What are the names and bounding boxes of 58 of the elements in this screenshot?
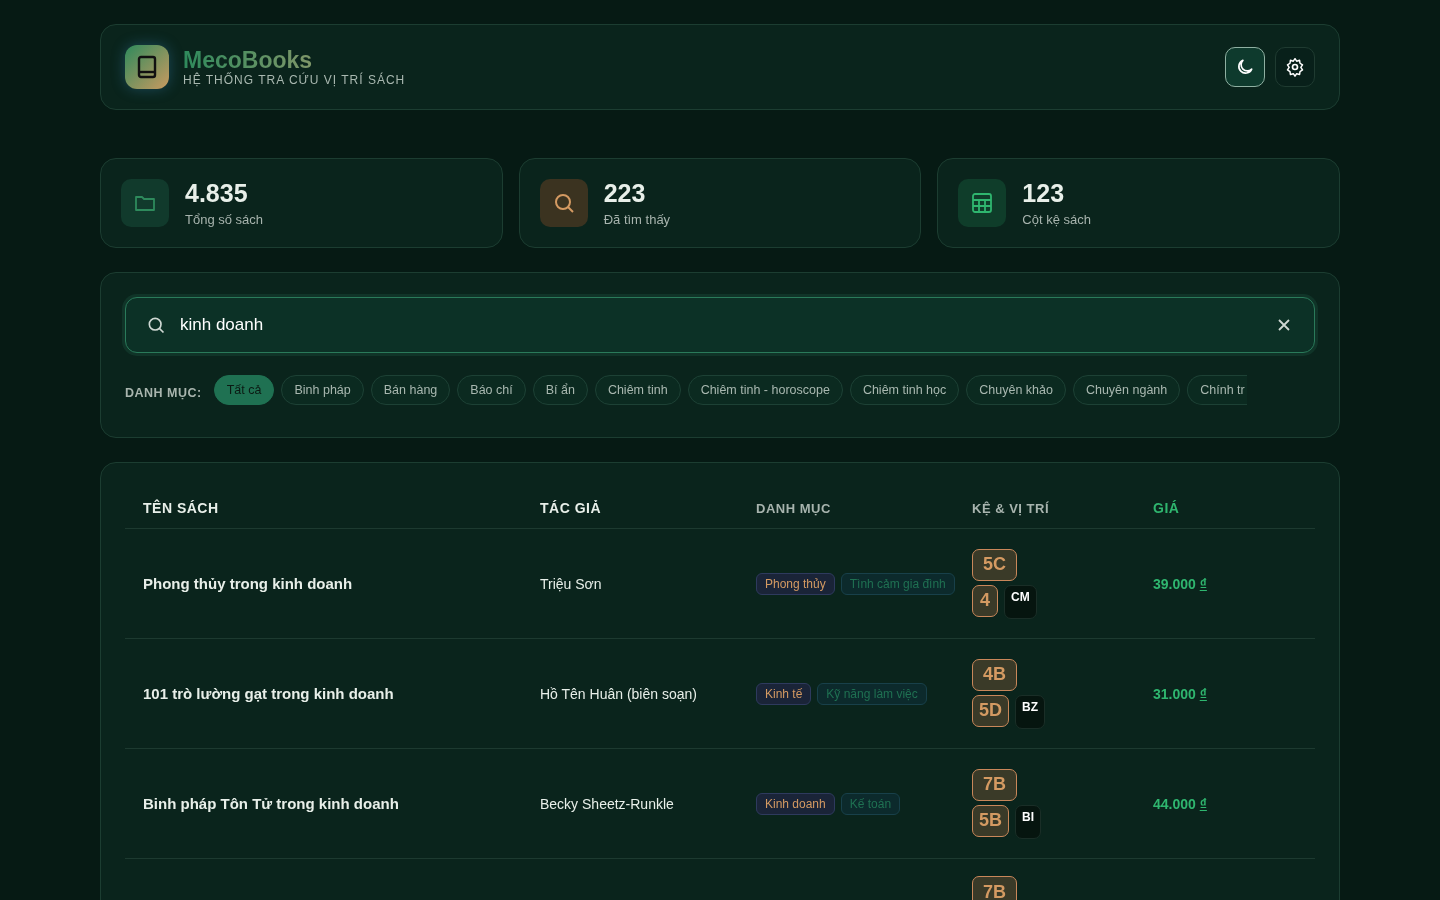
code-badge: CM — [1004, 584, 1037, 619]
category-chip[interactable]: Báo chí — [457, 375, 526, 405]
stat-value: 223 — [603, 179, 647, 208]
book-title: Binh pháp Tôn Tử trong kinh doanh — [143, 795, 399, 812]
column-header: KỆ & VỊ TRÍ — [971, 501, 1050, 516]
category-tag: Kỹ năng làm việc — [817, 682, 927, 705]
search-icon — [146, 315, 166, 335]
category-tag: Tình cảm gia đình — [840, 572, 955, 595]
book-author: Becky Sheetz-Runkle — [540, 795, 674, 812]
category-chip[interactable]: Chính tr — [1187, 375, 1247, 405]
position-badge: 5D — [972, 694, 1009, 727]
code-badge: BI — [1015, 804, 1041, 839]
category-label: DANH MỤC: — [125, 385, 202, 400]
search-input[interactable]: kinh doanh — [178, 314, 1266, 336]
category-chip[interactable]: Chuyên khảo — [966, 375, 1066, 405]
book-title: Phong thủy trong kinh doanh — [143, 575, 353, 592]
book-price: 31.000 ₫ — [1153, 685, 1207, 702]
search-field[interactable]: kinh doanh — [125, 297, 1315, 353]
category-tag: Kế toán — [840, 792, 901, 815]
stat-label: Cột kệ sách — [1022, 212, 1091, 227]
grid-icon — [958, 179, 1007, 227]
book-author: Hồ Tên Huân (biên soạn) — [540, 685, 697, 702]
column-header: TÁC GIẢ — [539, 500, 603, 516]
code-badge: BZ — [1015, 694, 1045, 729]
category-chip[interactable]: Binh pháp — [281, 375, 364, 405]
book-price: 44.000 ₫ — [1153, 795, 1207, 812]
close-icon[interactable] — [1278, 319, 1290, 331]
position-badge: 4 — [972, 584, 998, 617]
category-chip[interactable]: Bán hàng — [370, 375, 451, 405]
stat-value: 4.835 — [185, 179, 249, 208]
stat-value: 123 — [1022, 179, 1066, 208]
stat-label: Tổng số sách — [185, 212, 264, 227]
column-header: DANH MỤC — [755, 501, 832, 516]
category-chip[interactable]: Chiêm tinh — [594, 375, 681, 405]
category-tag: Kinh doanh — [756, 792, 835, 815]
shelf-badge: 5C — [972, 548, 1017, 581]
shelf-badge: 4B — [972, 658, 1017, 691]
folder-icon — [121, 179, 169, 227]
book-title: 101 trò lường gạt trong kinh doanh — [143, 685, 394, 702]
app-subtitle: HỆ THỐNG TRA CỨU VỊ TRÍ SÁCH — [183, 73, 406, 87]
book-price: 39.000 ₫ — [1153, 575, 1207, 592]
settings-icon[interactable] — [1275, 47, 1315, 87]
category-tag: Kinh tế — [756, 682, 812, 705]
moon-icon[interactable] — [1225, 47, 1265, 87]
category-tag: Phong thủy — [756, 572, 835, 595]
category-chip[interactable]: Chuyên ngành — [1072, 375, 1181, 405]
category-chip[interactable]: Bí ẩn — [532, 375, 588, 405]
search-icon — [539, 179, 588, 227]
book-author: Triệu Sơn — [540, 575, 602, 592]
book-icon — [125, 45, 169, 89]
position-badge: 5B — [972, 804, 1009, 837]
category-chip[interactable]: Chiêm tinh - horoscope — [687, 375, 843, 405]
stat-label: Đã tìm thấy — [603, 212, 671, 227]
shelf-badge: 7B — [972, 768, 1017, 801]
column-header: TÊN SÁCH — [142, 500, 220, 516]
category-chip[interactable]: Chiêm tinh học — [849, 375, 960, 405]
column-header: GIÁ — [1152, 500, 1181, 516]
shelf-badge: 7B — [972, 876, 1017, 900]
